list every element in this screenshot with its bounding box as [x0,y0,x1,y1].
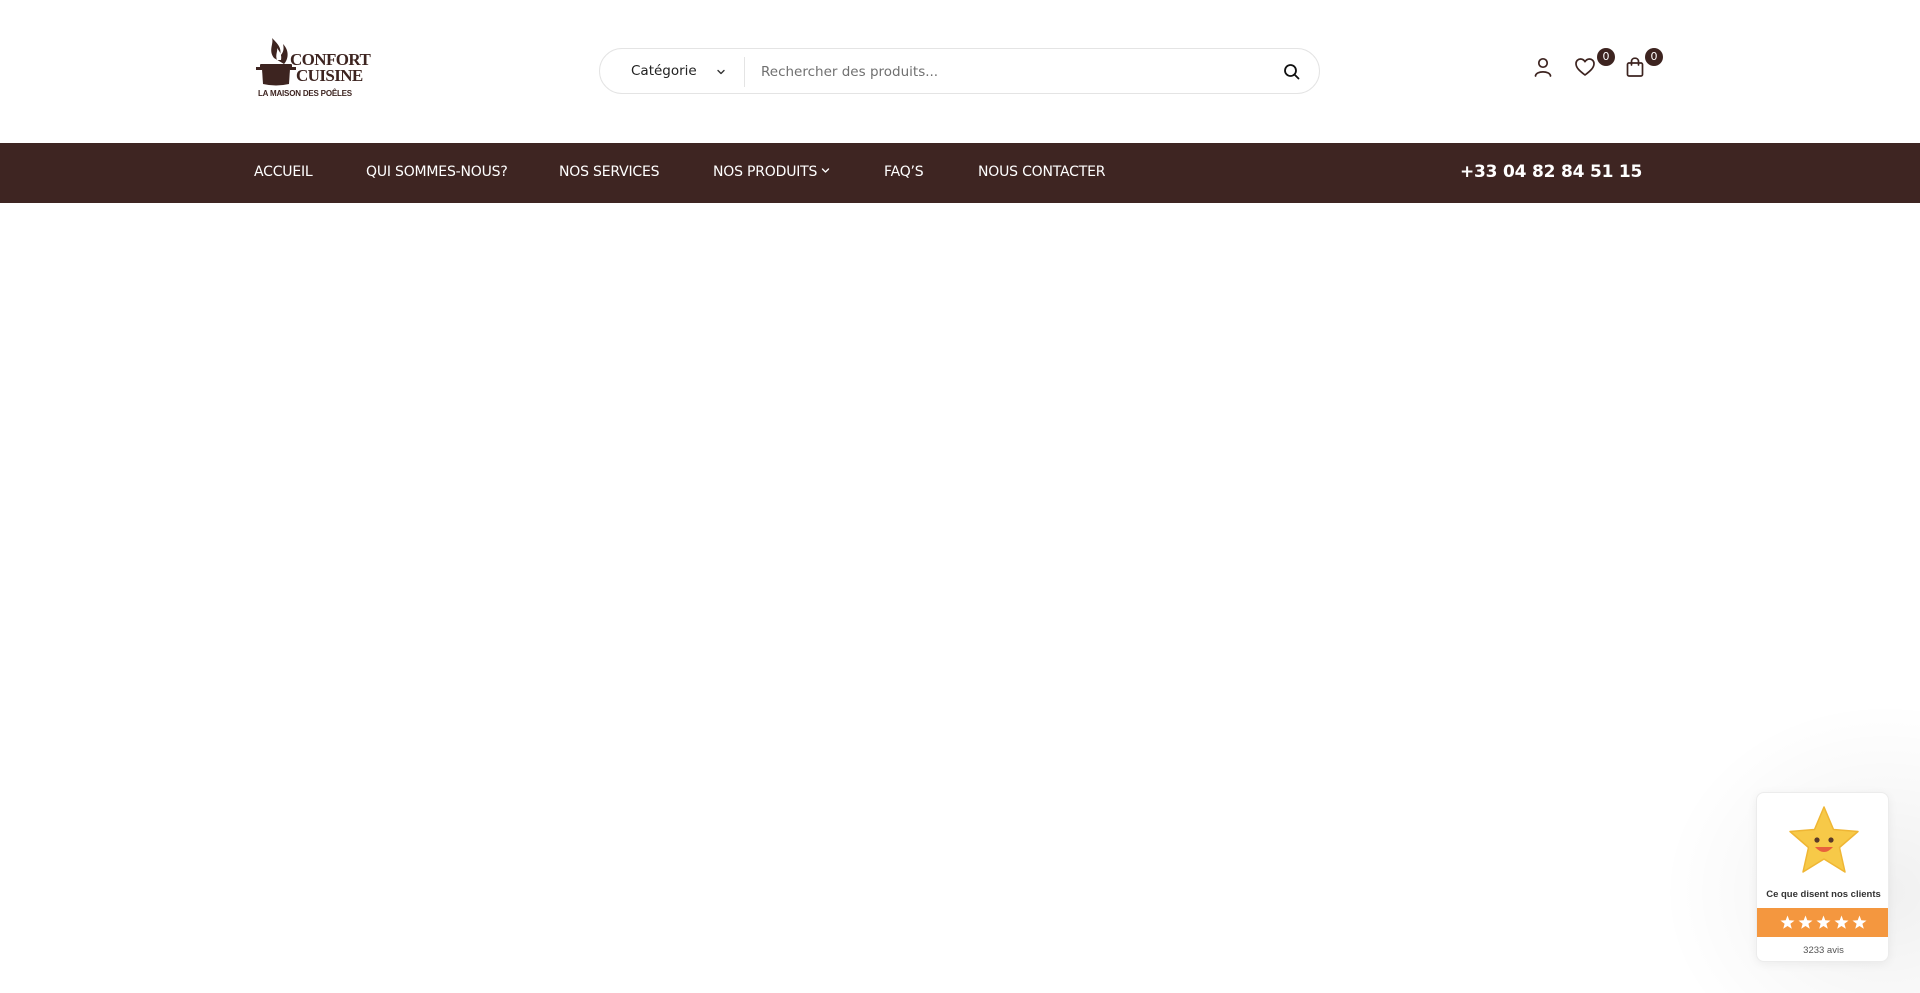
main-navigation: ACCUEIL QUI SOMMES-NOUS? NOS SERVICES NO… [0,143,1920,203]
nav-item-nos-produits-label: NOS PRODUITS [713,164,818,180]
search-bar: Catégorie [599,48,1320,94]
header: CONFORT CUISINE LA MAISON DES POÊLES Cat… [0,0,1920,143]
search-input[interactable] [761,59,1261,85]
search-icon[interactable] [1282,62,1302,82]
user-icon[interactable] [1532,56,1554,78]
category-select[interactable]: Catégorie [631,63,697,79]
nav-item-nos-produits[interactable]: NOS PRODUITS [713,164,830,180]
nav-item-nos-services[interactable]: NOS SERVICES [559,164,660,180]
nav-item-nous-contacter[interactable]: NOUS CONTACTER [978,164,1105,180]
search-divider [744,57,745,87]
smiling-star-icon [1789,806,1859,873]
rating-stars-bar [1757,908,1888,937]
wishlist-count-badge: 0 [1597,48,1615,66]
chevron-down-icon [822,168,830,173]
five-stars-icon [1780,915,1867,929]
logo-wordmark: CONFORT CUISINE [290,51,371,85]
shopping-bag-icon[interactable] [1624,56,1646,78]
reviews-count: 3233 avis [1803,945,1844,956]
reviews-widget-title: Ce que disent nos clients [1766,889,1881,900]
reviews-widget[interactable]: Ce que disent nos clients 3233 avis [1756,792,1889,962]
nav-item-faqs[interactable]: FAQ’S [884,164,924,180]
nav-item-qui-sommes-nous[interactable]: QUI SOMMES-NOUS? [366,164,508,180]
phone-number[interactable]: +33 04 82 84 51 15 [1460,162,1642,182]
heart-icon[interactable] [1574,56,1596,78]
cart-count-badge: 0 [1645,48,1663,66]
logo-tagline: LA MAISON DES POÊLES [258,89,352,98]
chevron-down-icon[interactable] [715,66,727,78]
logo-line-2: CUISINE [296,66,363,85]
nav-item-accueil[interactable]: ACCUEIL [254,164,313,180]
